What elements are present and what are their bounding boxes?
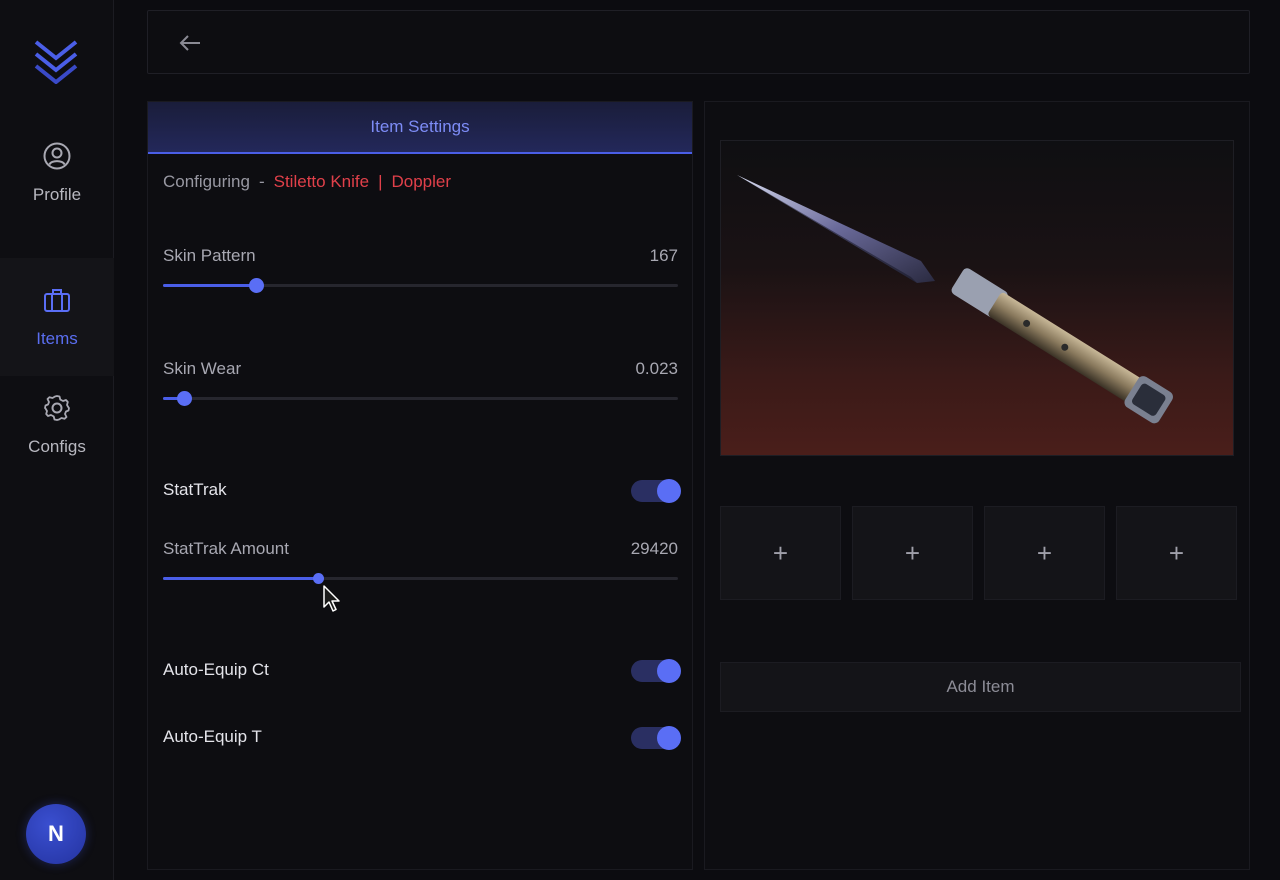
briefcase-icon xyxy=(42,285,72,315)
top-bar xyxy=(147,10,1250,74)
add-slot-button[interactable]: + xyxy=(720,506,841,600)
panel-title: Item Settings xyxy=(370,117,470,136)
sidebar-item-label: Items xyxy=(36,329,78,348)
sidebar-item-items[interactable]: Items xyxy=(0,258,114,376)
stattrak-amount-label: StatTrak Amount xyxy=(163,539,289,558)
plus-icon: + xyxy=(1036,537,1053,568)
attachment-slots: + + + + xyxy=(720,506,1238,600)
auto-equip-ct-label: Auto-Equip Ct xyxy=(163,660,269,679)
skin-wear-value: 0.023 xyxy=(635,359,678,378)
skin-pattern-label: Skin Pattern xyxy=(163,246,256,265)
user-circle-icon xyxy=(42,141,72,171)
add-slot-button[interactable]: + xyxy=(1116,506,1237,600)
stattrak-amount-row: StatTrak Amount 29420 xyxy=(163,539,678,584)
item-settings-panel: Item Settings Configuring - Stiletto Knife… xyxy=(147,101,693,870)
stattrak-row: StatTrak xyxy=(163,476,681,506)
add-item-label: Add Item xyxy=(946,677,1015,696)
auto-equip-t-row: Auto-Equip T xyxy=(163,723,681,753)
stattrak-amount-slider[interactable] xyxy=(163,573,678,584)
skin-pattern-value: 167 xyxy=(649,246,678,265)
sidebar-item-profile[interactable]: Profile xyxy=(0,114,114,232)
item-divider: | xyxy=(378,172,383,191)
configuring-label: Configuring xyxy=(163,172,250,191)
stattrak-toggle[interactable] xyxy=(631,479,681,503)
stattrak-label: StatTrak xyxy=(163,480,227,499)
configuring-line: Configuring - Stiletto Knife | Doppler xyxy=(163,172,451,192)
skin-name: Doppler xyxy=(391,172,452,191)
skin-wear-row: Skin Wear 0.023 xyxy=(163,359,678,406)
sidebar-item-label: Profile xyxy=(32,185,82,204)
skin-pattern-row: Skin Pattern 167 xyxy=(163,246,678,293)
avatar-initial: N xyxy=(48,821,64,846)
skin-wear-slider[interactable] xyxy=(163,391,678,406)
toggle-knob xyxy=(657,659,681,683)
skin-wear-label: Skin Wear xyxy=(163,359,242,378)
sidebar-item-configs[interactable]: Configs xyxy=(0,366,114,484)
sidebar: Profile Items Configs N xyxy=(0,0,114,880)
slider-fill xyxy=(163,577,318,580)
item-name: Stiletto Knife xyxy=(273,172,370,191)
plus-icon: + xyxy=(772,537,789,568)
plus-icon: + xyxy=(904,537,921,568)
logo-chevrons-icon[interactable] xyxy=(32,36,80,84)
auto-equip-ct-toggle[interactable] xyxy=(631,659,681,683)
stattrak-amount-value: 29420 xyxy=(630,539,678,558)
plus-icon: + xyxy=(1168,537,1185,568)
slider-knob[interactable] xyxy=(176,391,192,406)
knife-preview-image xyxy=(720,140,1234,456)
slider-fill xyxy=(163,284,256,287)
stiletto-knife-icon xyxy=(737,175,1173,424)
mouse-cursor-icon xyxy=(323,585,340,612)
slider-knob[interactable] xyxy=(248,278,264,293)
toggle-knob xyxy=(657,726,681,750)
avatar[interactable]: N xyxy=(26,804,86,864)
add-slot-button[interactable]: + xyxy=(852,506,973,600)
configuring-dash: - xyxy=(258,172,265,191)
gear-icon xyxy=(42,393,72,423)
skin-pattern-slider[interactable] xyxy=(163,278,678,293)
item-preview-panel: + + + + Add Item xyxy=(704,101,1250,870)
add-slot-button[interactable]: + xyxy=(984,506,1105,600)
arrow-left-icon[interactable] xyxy=(176,29,204,57)
add-item-button[interactable]: Add Item xyxy=(720,662,1241,712)
toggle-knob xyxy=(657,479,681,503)
auto-equip-t-toggle[interactable] xyxy=(631,726,681,750)
slider-knob[interactable] xyxy=(312,573,324,584)
sidebar-item-label: Configs xyxy=(28,437,86,456)
auto-equip-ct-row: Auto-Equip Ct xyxy=(163,656,681,686)
auto-equip-t-label: Auto-Equip T xyxy=(163,727,262,746)
item-settings-tab[interactable]: Item Settings xyxy=(148,102,692,154)
